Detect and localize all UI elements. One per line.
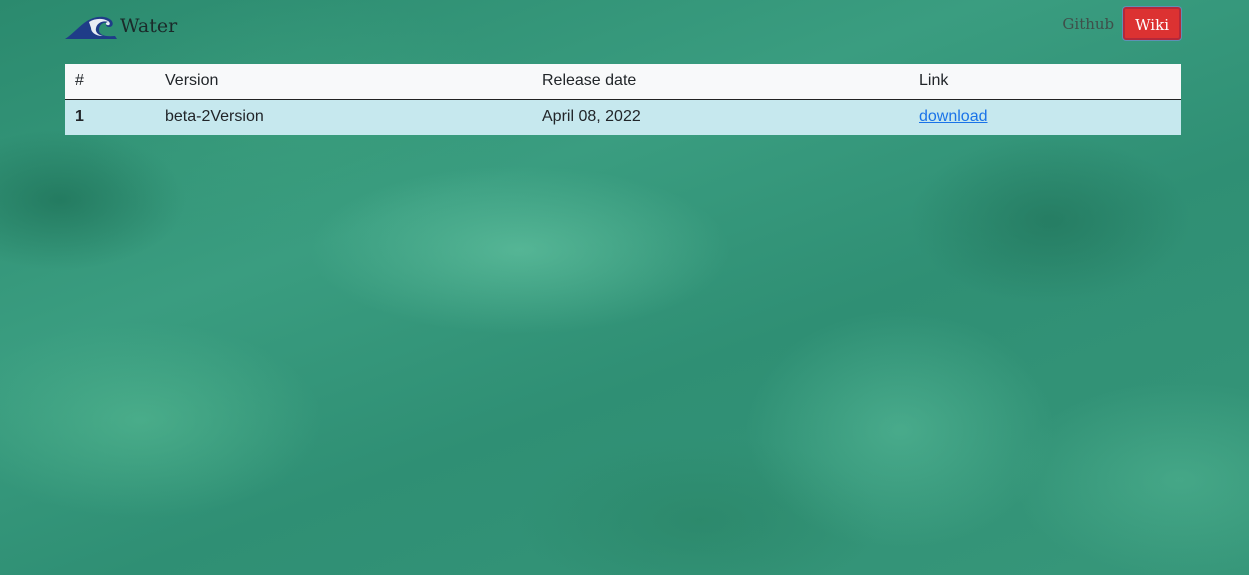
column-header-number: # xyxy=(65,64,155,100)
table-header: # Version Release date Link xyxy=(65,64,1181,100)
table-body: 1 beta-2Version April 08, 2022 download xyxy=(65,99,1181,135)
releases-table-container: # Version Release date Link 1 beta-2Vers… xyxy=(65,64,1181,135)
wave-icon xyxy=(65,16,117,39)
releases-table: # Version Release date Link 1 beta-2Vers… xyxy=(65,64,1181,135)
column-header-link: Link xyxy=(909,64,1181,100)
brand-link[interactable]: Water xyxy=(65,12,177,40)
brand-name: Water xyxy=(120,15,178,37)
download-link[interactable]: download xyxy=(919,108,988,125)
table-header-row: # Version Release date Link xyxy=(65,64,1181,100)
wiki-button[interactable]: Wiki xyxy=(1123,7,1181,40)
nav-right: Github Wiki xyxy=(1062,7,1181,40)
navbar: Water Github Wiki xyxy=(0,0,1249,56)
column-header-release-date: Release date xyxy=(532,64,909,100)
page: { "brand": { "name": "Water", "logo_icon… xyxy=(0,0,1249,575)
table-row: 1 beta-2Version April 08, 2022 download xyxy=(65,99,1181,135)
row-version: beta-2Version xyxy=(165,108,264,126)
row-link-cell: download xyxy=(909,99,1181,135)
github-link[interactable]: Github xyxy=(1062,15,1114,33)
row-release-date: April 08, 2022 xyxy=(542,108,641,126)
row-number: 1 xyxy=(75,108,84,126)
column-header-version: Version xyxy=(155,64,532,100)
